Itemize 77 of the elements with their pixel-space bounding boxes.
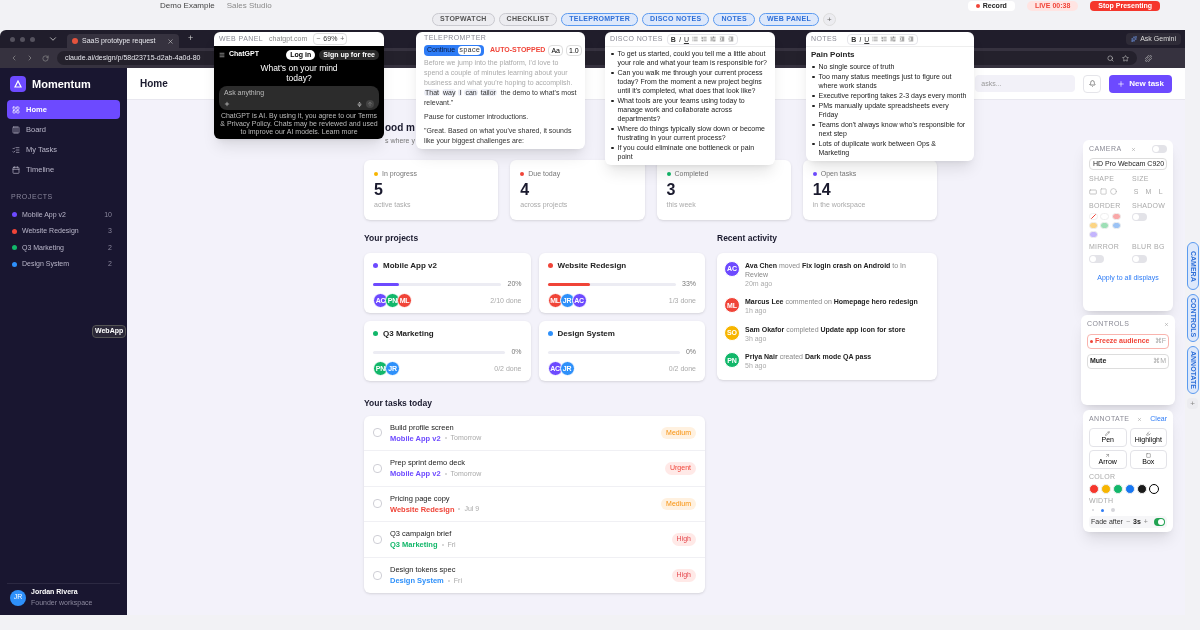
square-shape-icon[interactable]: [1100, 188, 1107, 195]
notification-button[interactable]: [1083, 74, 1102, 93]
width-option[interactable]: [1101, 508, 1104, 512]
mic-icon[interactable]: [357, 101, 362, 107]
circle-shape-icon[interactable]: [1110, 188, 1117, 195]
new-task-button[interactable]: New task: [1109, 74, 1172, 93]
shadow-toggle[interactable]: [1132, 213, 1147, 221]
nav-icon: [12, 105, 20, 114]
checklist-icon[interactable]: [890, 36, 897, 42]
task-checkbox[interactable]: [373, 499, 382, 509]
app-logo-icon: [10, 76, 26, 92]
border-swatch[interactable]: [1089, 231, 1098, 238]
fade-toggle[interactable]: [1153, 518, 1165, 526]
blur-toggle[interactable]: [1132, 254, 1147, 263]
color-swatch[interactable]: [1149, 483, 1159, 494]
section-heading: Your projects: [364, 232, 420, 245]
app-name: Sales Studio: [226, 1, 272, 11]
project-name: Website Redesign: [557, 259, 627, 272]
new-tab-button[interactable]: +: [188, 32, 194, 46]
border-swatch[interactable]: [1111, 222, 1121, 229]
bookmark-star-icon[interactable]: [1122, 54, 1129, 62]
mirror-toggle[interactable]: [1089, 254, 1104, 263]
border-swatch[interactable]: [1100, 222, 1110, 229]
arrow-icon: [1105, 453, 1111, 458]
document-title[interactable]: Demo Example: [160, 1, 215, 11]
task-checkbox[interactable]: [373, 534, 382, 544]
notes-heading: Pain Points: [810, 49, 856, 61]
nav-icon: [12, 145, 20, 154]
chat-headline: What's on your mind today?: [259, 63, 339, 83]
stat-value: 14: [812, 179, 832, 200]
camera-toggle[interactable]: [1152, 145, 1167, 153]
pen-icon: [1105, 431, 1111, 436]
checklist-icon[interactable]: [709, 36, 716, 42]
box-icon: [1145, 453, 1151, 458]
task-checkbox[interactable]: [373, 428, 382, 438]
highlight-icon: [1145, 431, 1151, 436]
reload-icon[interactable]: [42, 54, 49, 62]
extensions-icon[interactable]: [1145, 54, 1152, 62]
border-swatch[interactable]: [1089, 222, 1098, 229]
app-logo-text: Momentum: [32, 76, 91, 92]
back-icon[interactable]: [10, 54, 18, 62]
sparkle-icon: [1131, 36, 1138, 42]
plus-icon: [1117, 79, 1126, 88]
task-checkbox[interactable]: [373, 463, 382, 473]
project-name: Q3 Marketing: [383, 327, 434, 340]
numbered-list-icon[interactable]: [700, 36, 707, 42]
stat-value: 4: [520, 179, 531, 200]
project-name: Design System: [557, 327, 615, 340]
nav-icon: [12, 165, 20, 174]
stat-value: 3: [666, 179, 677, 200]
nav-icon: [12, 125, 20, 134]
forward-icon[interactable]: [26, 54, 34, 62]
page-title: Home: [140, 77, 168, 91]
task-checkbox[interactable]: [373, 570, 382, 580]
menu-icon[interactable]: [219, 51, 225, 58]
section-heading: Your tasks today: [364, 396, 433, 410]
no-border-swatch[interactable]: [1089, 213, 1098, 220]
favicon-icon: [72, 38, 78, 44]
project-name: Mobile App v2: [383, 259, 437, 272]
close-icon[interactable]: [1164, 321, 1169, 327]
add-panel-button[interactable]: +: [822, 13, 836, 26]
section-heading: Recent activity: [717, 232, 778, 245]
close-tab-icon[interactable]: [167, 37, 174, 45]
plus-icon[interactable]: [224, 101, 230, 107]
greeting-title: ood m: [385, 121, 415, 134]
close-icon[interactable]: [1137, 416, 1143, 422]
tab-list-icon[interactable]: [48, 34, 58, 44]
send-icon[interactable]: [366, 100, 374, 108]
zoom-icon[interactable]: [1107, 54, 1114, 62]
bullet-list-icon[interactable]: [872, 36, 879, 42]
bullet-list-icon[interactable]: [691, 36, 698, 42]
border-swatch[interactable]: [1111, 213, 1121, 220]
stat-value: 5: [374, 179, 384, 200]
close-icon[interactable]: [1131, 146, 1136, 152]
numbered-list-icon[interactable]: [881, 36, 888, 42]
bell-icon: [1088, 80, 1096, 87]
wide-shape-icon[interactable]: [1089, 187, 1097, 196]
